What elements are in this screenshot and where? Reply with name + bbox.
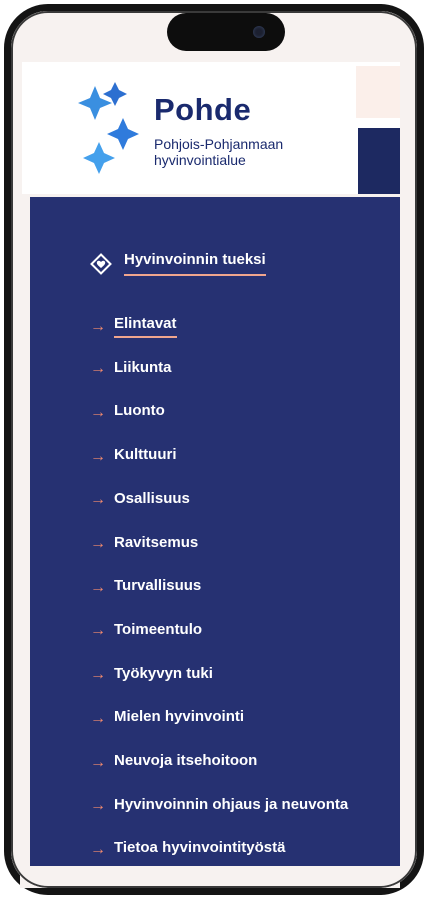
menu-item-label: Tietoa hyvinvointityöstä — [114, 839, 286, 857]
camera-icon — [253, 26, 265, 38]
menu-item[interactable]: → Tietoa hyvinvointityöstä — [90, 839, 285, 860]
arrow-right-icon: → — [90, 840, 106, 858]
arrow-right-icon: → — [90, 403, 106, 421]
header-menu-block[interactable] — [358, 128, 400, 194]
menu-item[interactable]: → Liikunta — [90, 359, 172, 380]
menu-item[interactable]: → Kulttuuri — [90, 446, 176, 467]
menu-item-label: Mielen hyvinvointi — [114, 708, 245, 726]
menu-item-label: Luonto — [114, 402, 165, 420]
menu-item[interactable]: → Hyvinvoinnin ohjaus ja neuvonta — [90, 796, 348, 817]
screen-bottom-edge — [20, 866, 400, 888]
arrow-right-icon: → — [90, 578, 106, 596]
menu-item[interactable]: → Toimeentulo — [90, 621, 202, 642]
arrow-right-icon: → — [90, 666, 106, 684]
arrow-right-icon: → — [90, 753, 106, 771]
arrow-right-icon: → — [90, 360, 106, 378]
brand-subtitle-line2: hyvinvointialue — [154, 152, 246, 168]
menu-item[interactable]: → Ravitsemus — [90, 534, 198, 555]
menu-item-label: Turvallisuus — [114, 577, 202, 595]
arrow-right-icon: → — [90, 447, 106, 465]
arrow-right-icon: → — [90, 797, 106, 815]
brand-subtitle: Pohjois-Pohjanmaan hyvinvointialue — [154, 136, 283, 168]
camera-notch — [167, 13, 285, 51]
menu-item-label: Ravitsemus — [114, 533, 199, 551]
menu-item-label: Liikunta — [114, 358, 172, 376]
arrow-right-icon: → — [90, 317, 106, 335]
brand-subtitle-line1: Pohjois-Pohjanmaan — [154, 136, 284, 152]
section-heading[interactable]: Hyvinvoinnin tueksi — [90, 251, 266, 276]
header-accent — [356, 66, 400, 118]
menu-item[interactable]: → Luonto — [90, 402, 165, 423]
pohde-logo-icon[interactable] — [75, 80, 155, 180]
menu-item[interactable]: → Työkyvyn tuki — [90, 665, 213, 686]
navigation-menu: Hyvinvoinnin tueksi → Elintavat → Liikunta →… — [30, 197, 400, 887]
menu-item[interactable]: → Elintavat — [90, 315, 177, 338]
menu-item[interactable]: → Turvallisuus — [90, 577, 201, 598]
menu-item-label: Työkyvyn tuki — [114, 664, 213, 682]
menu-item[interactable]: → Neuvoja itsehoitoon — [90, 752, 257, 773]
arrow-right-icon: → — [90, 535, 106, 552]
menu-item-label: Osallisuus — [114, 489, 190, 507]
arrow-right-icon: → — [90, 709, 106, 727]
menu-item-label: Kulttuuri — [114, 446, 177, 464]
brand-name[interactable]: Pohde — [154, 92, 251, 128]
menu-item[interactable]: → Mielen hyvinvointi — [90, 708, 244, 729]
heart-diamond-icon — [90, 252, 112, 275]
menu-item-label: Elintavat — [114, 315, 177, 338]
menu-item-label: Neuvoja itsehoitoon — [114, 752, 258, 769]
menu-item-label: Hyvinvoinnin ohjaus ja neuvonta — [114, 795, 349, 813]
menu-item[interactable]: → Osallisuus — [90, 490, 190, 511]
arrow-right-icon: → — [90, 622, 106, 640]
arrow-right-icon: → — [90, 491, 106, 509]
section-title: Hyvinvoinnin tueksi — [124, 251, 266, 276]
menu-item-label: Toimeentulo — [114, 620, 203, 638]
